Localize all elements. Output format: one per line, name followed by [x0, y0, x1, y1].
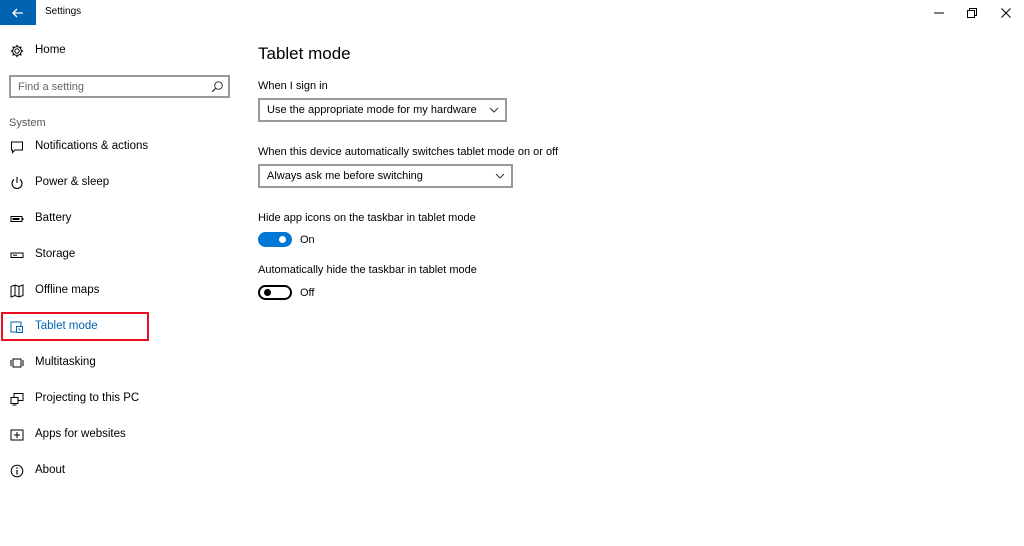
back-button[interactable]	[0, 0, 36, 25]
window-title: Settings	[45, 6, 82, 17]
restore-icon	[967, 7, 977, 18]
multitasking-icon	[10, 356, 24, 370]
sign-in-mode-value: Use the appropriate mode for my hardware	[267, 104, 477, 116]
hide-icons-label: Hide app icons on the taskbar in tablet …	[258, 212, 476, 224]
auto-switch-value: Always ask me before switching	[267, 170, 423, 182]
map-icon	[10, 284, 24, 298]
sidebar-item-offline-maps[interactable]: Offline maps	[0, 277, 240, 305]
restore-button[interactable]	[955, 0, 989, 25]
hide-taskbar-toggle[interactable]	[258, 285, 292, 300]
sidebar-item-projecting[interactable]: Projecting to this PC	[0, 385, 240, 413]
gear-icon	[10, 44, 24, 58]
storage-icon	[10, 248, 24, 262]
minimize-button[interactable]	[922, 0, 956, 25]
main-content: Tablet mode When I sign in Use the appro…	[258, 25, 998, 546]
selection-highlight-box	[1, 312, 149, 341]
toggle-knob	[279, 236, 286, 243]
sidebar-item-label: Multitasking	[35, 356, 96, 368]
power-icon	[10, 176, 24, 190]
apps-websites-icon	[10, 428, 24, 442]
sidebar-item-label: Storage	[35, 248, 76, 260]
hide-taskbar-label: Automatically hide the taskbar in tablet…	[258, 264, 477, 276]
search-icon[interactable]	[211, 80, 224, 93]
auto-switch-label: When this device automatically switches …	[258, 146, 559, 158]
sidebar-item-label: Projecting to this PC	[35, 392, 140, 404]
sidebar-item-label: Notifications & actions	[35, 140, 149, 152]
sidebar: Home System Notifications & actions Powe…	[0, 25, 240, 546]
sidebar-item-home[interactable]: Home	[0, 40, 240, 62]
close-icon	[1001, 7, 1011, 18]
battery-icon	[10, 212, 24, 226]
page-title: Tablet mode	[258, 44, 351, 63]
home-label: Home	[35, 44, 66, 56]
chevron-down-icon	[489, 107, 499, 113]
hide-taskbar-state: Off	[300, 287, 315, 299]
projecting-icon	[10, 392, 24, 406]
chevron-down-icon	[495, 173, 505, 179]
sign-in-label: When I sign in	[258, 80, 328, 92]
close-button[interactable]	[989, 0, 1023, 25]
search-input[interactable]	[11, 77, 206, 96]
sidebar-item-label: Offline maps	[35, 284, 100, 296]
sidebar-item-label: Power & sleep	[35, 176, 110, 188]
auto-switch-dropdown[interactable]: Always ask me before switching	[258, 164, 513, 188]
sidebar-item-about[interactable]: About	[0, 457, 240, 485]
sidebar-item-storage[interactable]: Storage	[0, 241, 240, 269]
title-bar: Settings	[0, 0, 1024, 25]
minimize-icon	[934, 12, 944, 13]
sidebar-item-label: Apps for websites	[35, 428, 126, 440]
back-arrow-icon	[12, 8, 23, 17]
sidebar-item-apps-for-websites[interactable]: Apps for websites	[0, 421, 240, 449]
hide-icons-state: On	[300, 234, 315, 246]
group-label-system: System	[9, 117, 46, 129]
sidebar-item-label: Battery	[35, 212, 72, 224]
search-box[interactable]	[9, 75, 230, 98]
sign-in-mode-dropdown[interactable]: Use the appropriate mode for my hardware	[258, 98, 507, 122]
toggle-knob	[264, 289, 271, 296]
sidebar-item-battery[interactable]: Battery	[0, 205, 240, 233]
hide-icons-toggle[interactable]	[258, 232, 292, 247]
sidebar-item-power[interactable]: Power & sleep	[0, 169, 240, 197]
sidebar-item-notifications[interactable]: Notifications & actions	[0, 133, 240, 161]
sidebar-item-label: About	[35, 464, 66, 476]
notification-icon	[10, 140, 24, 154]
sidebar-item-multitasking[interactable]: Multitasking	[0, 349, 240, 377]
info-icon	[10, 464, 24, 478]
